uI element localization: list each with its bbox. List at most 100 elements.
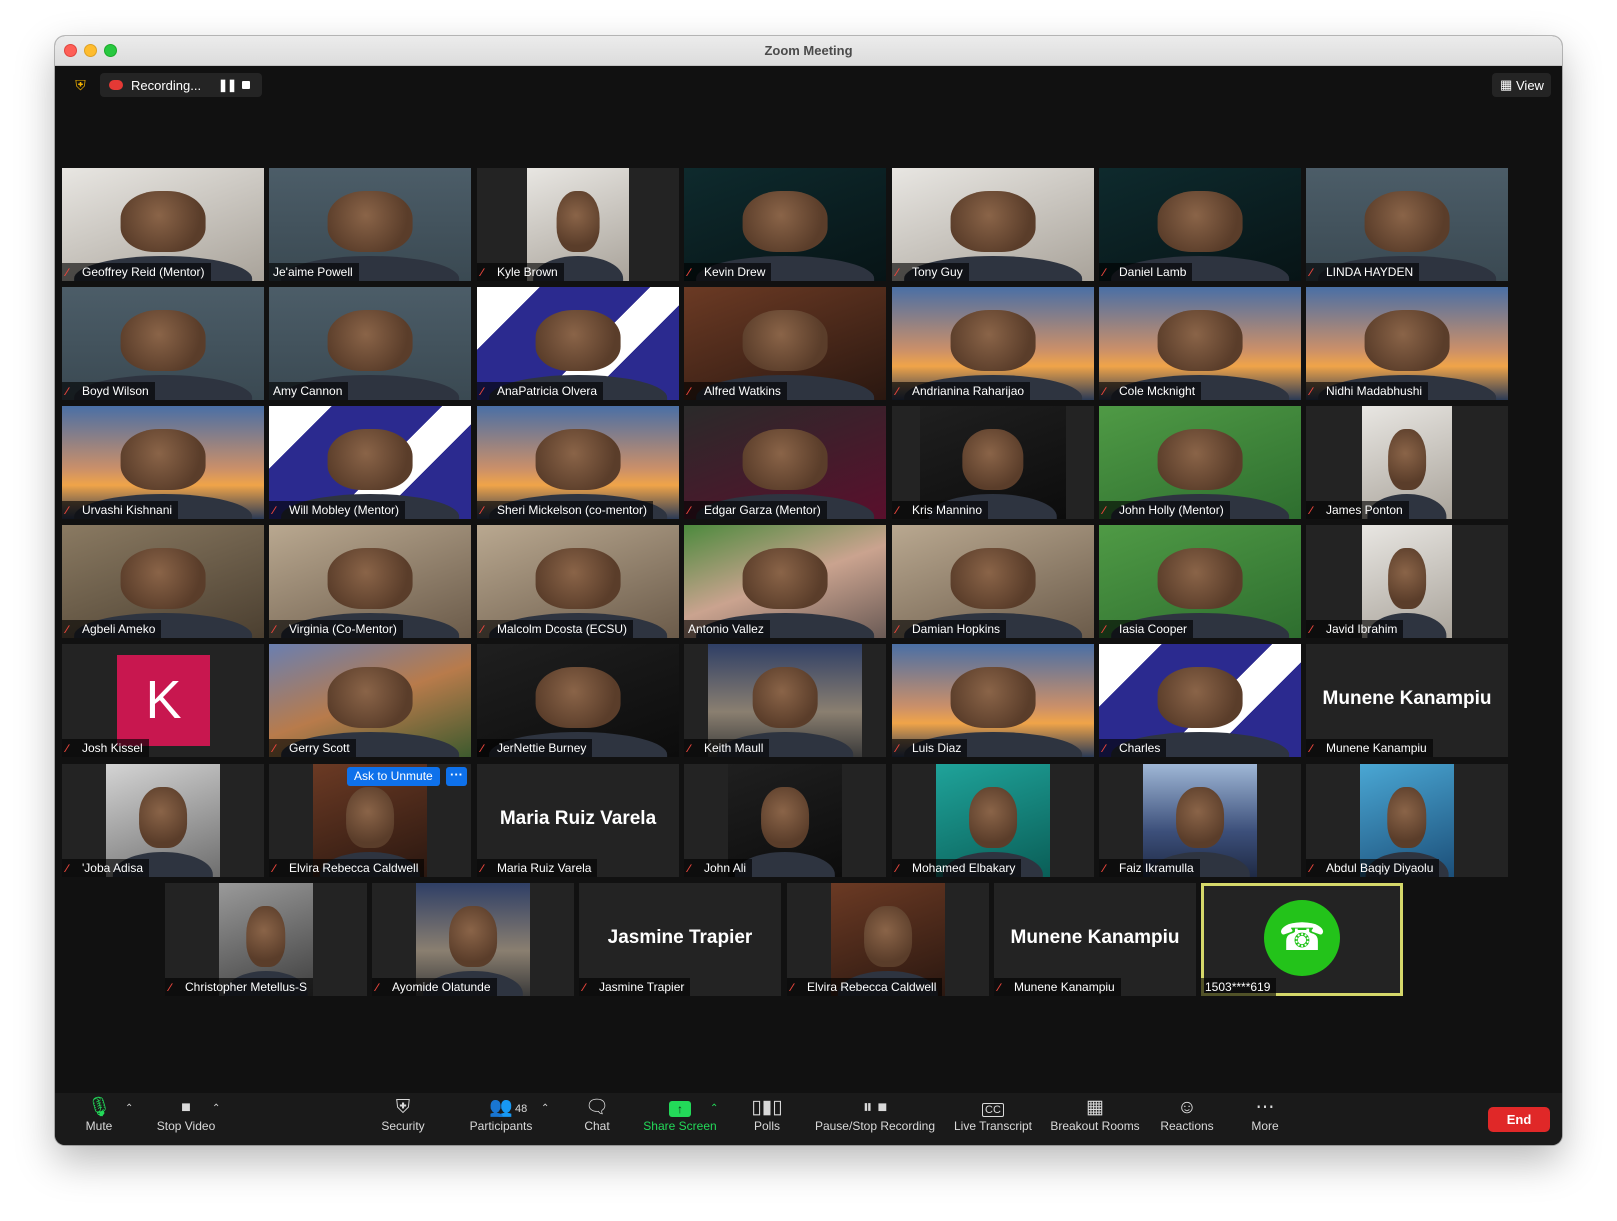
- video-tile-anapatricia-olvera[interactable]: ∕ AnaPatricia Olvera: [477, 287, 679, 400]
- video-tile-iasia-cooper[interactable]: ∕ Iasia Cooper: [1099, 525, 1301, 638]
- participant-name-label: Antonio Vallez: [684, 620, 770, 638]
- video-tile-jasmine-trapier[interactable]: Jasmine Trapier ∕ Jasmine Trapier: [579, 883, 781, 996]
- audio-options-caret-icon[interactable]: ⌃: [125, 1103, 133, 1114]
- participant-name: Urvashi Kishnani: [82, 503, 173, 517]
- video-tile-mohamed-elbakary[interactable]: ∕ Mohamed Elbakary: [892, 764, 1094, 877]
- participant-name: John Holly (Mentor): [1119, 503, 1224, 517]
- video-tile-andrianina-raharijao[interactable]: ∕ Andrianina Raharijao: [892, 287, 1094, 400]
- video-tile-je-aime-powell[interactable]: Je'aime Powell: [269, 168, 471, 281]
- video-tile-sheri-mickelson-co-mentor[interactable]: ∕ Sheri Mickelson (co-mentor): [477, 406, 679, 519]
- video-tile-abdul-baqiy-diyaolu[interactable]: ∕ Abdul Baqiy Diyaolu: [1306, 764, 1508, 877]
- shield-icon: ⛨: [395, 1097, 411, 1118]
- muted-microphone-icon: ∕: [273, 624, 275, 636]
- video-tile-amy-cannon[interactable]: Amy Cannon: [269, 287, 471, 400]
- video-tile-gerry-scott[interactable]: ∕ Gerry Scott: [269, 644, 471, 757]
- participant-name-label: ∕ Elvira Rebecca Caldwell: [787, 978, 943, 996]
- ask-to-unmute-button[interactable]: Ask to Unmute: [347, 767, 440, 786]
- video-tile-kris-mannino[interactable]: ∕ Kris Mannino: [892, 406, 1094, 519]
- video-tile-james-ponton[interactable]: ∕ James Ponton: [1306, 406, 1508, 519]
- video-tile-urvashi-kishnani[interactable]: ∕ Urvashi Kishnani: [62, 406, 264, 519]
- participant-name-label: ∕ Cole Mcknight: [1099, 382, 1202, 400]
- live-transcript-button[interactable]: CC Live Transcript: [951, 1093, 1035, 1145]
- video-tile-charles[interactable]: ∕ Charles: [1099, 644, 1301, 757]
- chat-button[interactable]: 🗨 Chat: [575, 1093, 619, 1145]
- polls-button[interactable]: ▯▮▯ Polls: [745, 1093, 789, 1145]
- video-tile-edgar-garza-mentor[interactable]: ∕ Edgar Garza (Mentor): [684, 406, 886, 519]
- muted-microphone-icon: ∕: [583, 982, 585, 994]
- participant-face: [246, 905, 286, 967]
- video-tile-damian-hopkins[interactable]: ∕ Damian Hopkins: [892, 525, 1094, 638]
- stop-recording-icon[interactable]: [242, 81, 250, 89]
- video-tile-kevin-drew[interactable]: ∕ Kevin Drew: [684, 168, 886, 281]
- participant-name-label: ∕ Urvashi Kishnani: [62, 501, 179, 519]
- more-button[interactable]: ⋯ More: [1243, 1093, 1287, 1145]
- video-tile-daniel-lamb[interactable]: ∕ Daniel Lamb: [1099, 168, 1301, 281]
- share-screen-icon: ↑: [640, 1093, 720, 1119]
- muted-microphone-icon: ∕: [896, 863, 898, 875]
- muted-microphone-icon: ∕: [273, 863, 275, 875]
- video-tile-keith-maull[interactable]: ∕ Keith Maull: [684, 644, 886, 757]
- muted-microphone-icon: ∕: [1103, 386, 1105, 398]
- video-tile-tony-guy[interactable]: ∕ Tony Guy: [892, 168, 1094, 281]
- video-tile-luis-diaz[interactable]: ∕ Luis Diaz: [892, 644, 1094, 757]
- muted-microphone-icon: ∕: [1103, 624, 1105, 636]
- video-tile-elvira-rebecca-caldwell[interactable]: ∕ Elvira Rebecca Caldwell: [787, 883, 989, 996]
- participants-options-caret-icon[interactable]: ⌃: [541, 1103, 549, 1114]
- participant-more-options-button[interactable]: ···: [446, 767, 467, 786]
- participant-face: [120, 547, 206, 609]
- video-tile-boyd-wilson[interactable]: ∕ Boyd Wilson: [62, 287, 264, 400]
- participant-name: Faiz Ikramulla: [1119, 861, 1194, 875]
- smiley-plus-icon: ☺: [1177, 1097, 1197, 1118]
- muted-microphone-icon: ∕: [66, 505, 68, 517]
- muted-microphone-icon: ∕: [481, 743, 483, 755]
- video-tile-munene-kanampiu[interactable]: Munene Kanampiu ∕ Munene Kanampiu: [1306, 644, 1508, 757]
- video-tile-kyle-brown[interactable]: ∕ Kyle Brown: [477, 168, 679, 281]
- video-tile-faiz-ikramulla[interactable]: ∕ Faiz Ikramulla: [1099, 764, 1301, 877]
- video-tile-christopher-metellus-s[interactable]: ∕ Christopher Metellus-S: [165, 883, 367, 996]
- participant-name: Geoffrey Reid (Mentor): [82, 265, 205, 279]
- video-tile-1503-619[interactable]: ☎ 1503****619: [1201, 883, 1403, 996]
- video-tile-maria-ruiz-varela[interactable]: Maria Ruiz Varela ∕ Maria Ruiz Varela: [477, 764, 679, 877]
- end-meeting-button[interactable]: End: [1488, 1107, 1550, 1132]
- video-tile-elvira-rebecca-caldwell[interactable]: Ask to Unmute ··· ∕ Elvira Rebecca Caldwell: [269, 764, 471, 877]
- video-tile-will-mobley-mentor[interactable]: ∕ Will Mobley (Mentor): [269, 406, 471, 519]
- participant-name: Gerry Scott: [289, 741, 350, 755]
- breakout-rooms-button[interactable]: ▦ Breakout Rooms: [1049, 1093, 1141, 1145]
- video-tile-cole-mcknight[interactable]: ∕ Cole Mcknight: [1099, 287, 1301, 400]
- view-button[interactable]: ▦ View: [1492, 73, 1551, 97]
- encryption-shield-icon[interactable]: ⛨: [73, 77, 88, 94]
- reactions-button[interactable]: ☺ Reactions: [1157, 1093, 1217, 1145]
- security-button[interactable]: ⛨ Security: [375, 1093, 431, 1145]
- share-screen-button[interactable]: ↑ Share Screen: [640, 1093, 720, 1145]
- video-tile-geoffrey-reid-mentor[interactable]: ∕ Geoffrey Reid (Mentor): [62, 168, 264, 281]
- video-tile-john-holly-mentor[interactable]: ∕ John Holly (Mentor): [1099, 406, 1301, 519]
- participant-face: [327, 190, 413, 252]
- video-tile-josh-kissel[interactable]: K ∕ Josh Kissel: [62, 644, 264, 757]
- mute-button[interactable]: 🎙 Mute: [77, 1093, 121, 1145]
- participants-button[interactable]: 👥 Participants: [463, 1093, 539, 1145]
- video-tile-jernettie-burney[interactable]: ∕ JerNettie Burney: [477, 644, 679, 757]
- muted-microphone-icon: ∕: [688, 505, 690, 517]
- participant-name-label: ∕ Daniel Lamb: [1099, 263, 1193, 281]
- share-options-caret-icon[interactable]: ⌃: [710, 1103, 718, 1114]
- video-tile-john-ali[interactable]: ∕ John Ali: [684, 764, 886, 877]
- video-options-caret-icon[interactable]: ⌃: [212, 1103, 220, 1114]
- muted-microphone-icon: ∕: [1310, 624, 1312, 636]
- video-tile-javid-ibrahim[interactable]: ∕ Javid Ibrahim: [1306, 525, 1508, 638]
- video-tile-linda-hayden[interactable]: ∕ LINDA HAYDEN: [1306, 168, 1508, 281]
- pause-stop-recording-button[interactable]: ⏸ ⏹ Pause/Stop Recording: [813, 1093, 937, 1145]
- video-tile-ayomide-olatunde[interactable]: ∕ Ayomide Olatunde: [372, 883, 574, 996]
- video-tile-alfred-watkins[interactable]: ∕ Alfred Watkins: [684, 287, 886, 400]
- participant-name-label: ∕ Keith Maull: [684, 739, 770, 757]
- video-tile-antonio-vallez[interactable]: Antonio Vallez: [684, 525, 886, 638]
- video-tile-munene-kanampiu[interactable]: Munene Kanampiu ∕ Munene Kanampiu: [994, 883, 1196, 996]
- video-tile-agbeli-ameko[interactable]: ∕ Agbeli Ameko: [62, 525, 264, 638]
- video-tile-virginia-co-mentor[interactable]: ∕ Virginia (Co-Mentor): [269, 525, 471, 638]
- muted-microphone-icon: ∕: [896, 743, 898, 755]
- video-tile-malcolm-dcosta-ecsu[interactable]: ∕ Malcolm Dcosta (ECSU): [477, 525, 679, 638]
- participant-name: Kevin Drew: [704, 265, 766, 279]
- stop-video-button[interactable]: ⏹ Stop Video: [151, 1093, 221, 1145]
- video-tile-nidhi-madabhushi[interactable]: ∕ Nidhi Madabhushi: [1306, 287, 1508, 400]
- video-tile-joba-adisa[interactable]: ∕ 'Joba Adisa: [62, 764, 264, 877]
- pause-recording-icon[interactable]: ❚❚: [218, 78, 237, 92]
